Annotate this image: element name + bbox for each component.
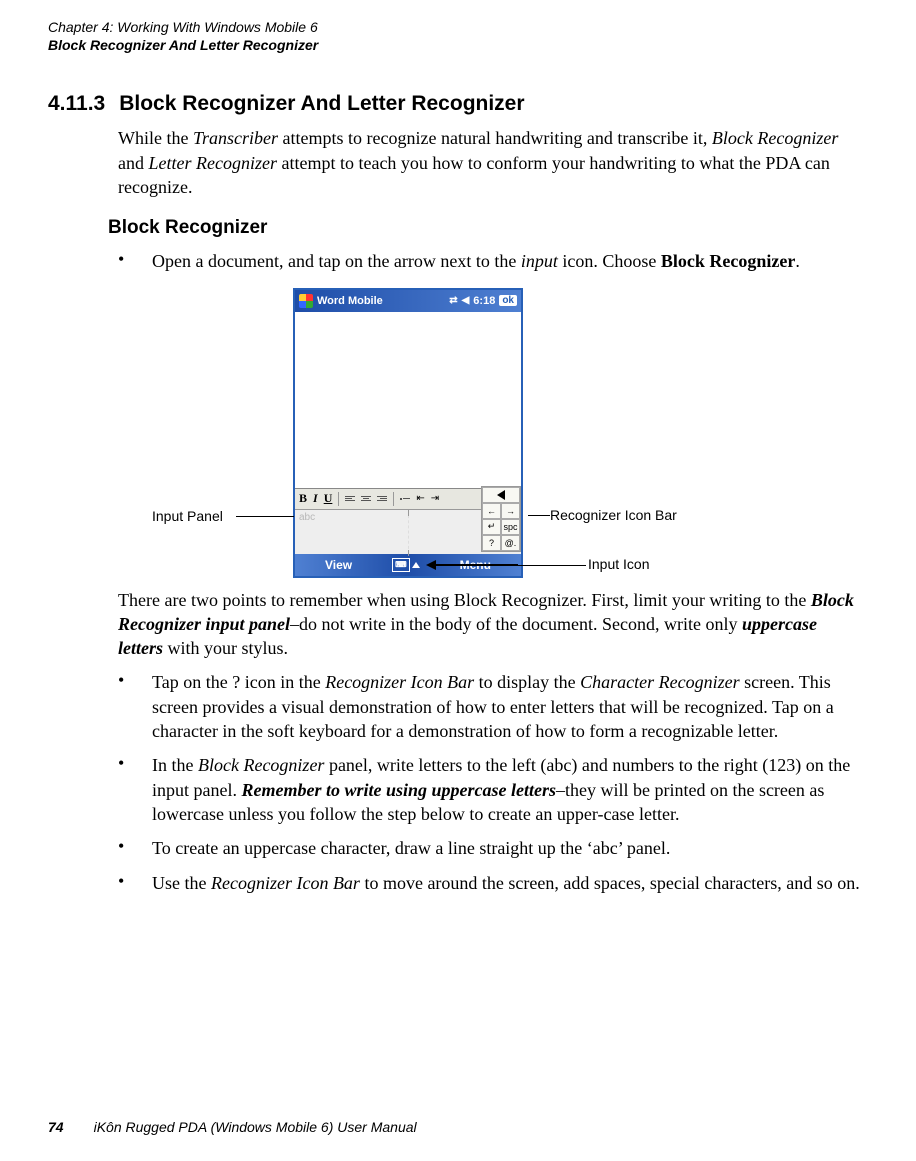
section-heading: 4.11.3 Block Recognizer And Letter Recog…	[48, 92, 868, 116]
recognizer-icon-bar: ← → ↵ spc ? @.	[481, 486, 521, 552]
callout-recognizer-icon-bar: Recognizer Icon Bar	[550, 507, 677, 523]
intro-paragraph: While the Transcriber attempts to recogn…	[118, 126, 860, 199]
sub-heading: Block Recognizer	[108, 217, 868, 239]
callout-input-panel: Input Panel	[152, 508, 223, 524]
italic-button[interactable]: I	[313, 491, 318, 506]
arrow-right-icon[interactable]: →	[501, 503, 520, 519]
callout-input-icon: Input Icon	[588, 556, 650, 572]
symbol-icon[interactable]: @.	[501, 535, 520, 551]
header-section: Block Recognizer And Letter Recognizer	[48, 36, 868, 54]
page-number: 74	[48, 1119, 64, 1135]
arrow-left-icon[interactable]: ←	[482, 503, 501, 519]
bullet-uppercase: • To create an uppercase character, draw…	[118, 836, 860, 860]
usage-paragraph: There are two points to remember when us…	[118, 588, 860, 661]
enter-icon[interactable]: ↵	[482, 519, 501, 535]
keyboard-icon[interactable]: ⌨	[392, 558, 410, 572]
indent-increase-button[interactable]: ⇥	[431, 493, 439, 504]
bullet-write-letters: • In the Block Recognizer panel, write l…	[118, 753, 860, 826]
space-button[interactable]: spc	[501, 519, 520, 535]
running-header: Chapter 4: Working With Windows Mobile 6…	[48, 18, 868, 54]
indent-decrease-button[interactable]: ⇤	[416, 493, 424, 504]
bullet-open-document: • Open a document, and tap on the arrow …	[118, 249, 860, 273]
header-chapter: Chapter 4: Working With Windows Mobile 6	[48, 18, 868, 36]
page-footer: 74 iKôn Rugged PDA (Windows Mobile 6) Us…	[48, 1119, 417, 1135]
align-left-button[interactable]	[345, 496, 355, 501]
figure-pda-screenshot: Word Mobile ⇄ ◀ 6:18 ok B I U ⇤ ⇥	[108, 288, 808, 578]
footer-title: iKôn Rugged PDA (Windows Mobile 6) User …	[94, 1119, 417, 1135]
connectivity-icon: ⇄	[449, 295, 457, 306]
bullet-use-icon-bar: • Use the Recognizer Icon Bar to move ar…	[118, 871, 860, 895]
section-number: 4.11.3	[48, 92, 105, 116]
bullet-help-icon: • Tap on the ? icon in the Recognizer Ic…	[118, 670, 860, 743]
help-icon[interactable]: ?	[482, 535, 501, 551]
view-menu[interactable]: View	[325, 558, 352, 572]
abc-region[interactable]: abc	[295, 510, 409, 554]
bold-button[interactable]: B	[299, 491, 307, 506]
document-body[interactable]	[295, 312, 521, 489]
align-right-button[interactable]	[377, 496, 387, 501]
bullet-list-button[interactable]	[400, 498, 410, 500]
app-title: Word Mobile	[317, 295, 383, 307]
collapse-icon[interactable]	[482, 487, 520, 503]
leader-line	[518, 565, 586, 566]
windows-flag-icon	[299, 294, 313, 308]
align-center-button[interactable]	[361, 496, 371, 501]
clock: 6:18	[473, 295, 495, 307]
pda-titlebar: Word Mobile ⇄ ◀ 6:18 ok	[295, 290, 521, 312]
leader-line	[528, 515, 550, 516]
pda-frame: Word Mobile ⇄ ◀ 6:18 ok B I U ⇤ ⇥	[293, 288, 523, 578]
underline-button[interactable]: U	[324, 491, 333, 506]
ok-button[interactable]: ok	[499, 295, 517, 306]
arrow-to-input-icon	[426, 562, 518, 568]
speaker-icon: ◀	[462, 295, 470, 306]
leader-line	[236, 516, 294, 517]
input-selector-arrow-icon[interactable]	[412, 562, 420, 568]
section-title: Block Recognizer And Letter Recognizer	[119, 92, 524, 116]
